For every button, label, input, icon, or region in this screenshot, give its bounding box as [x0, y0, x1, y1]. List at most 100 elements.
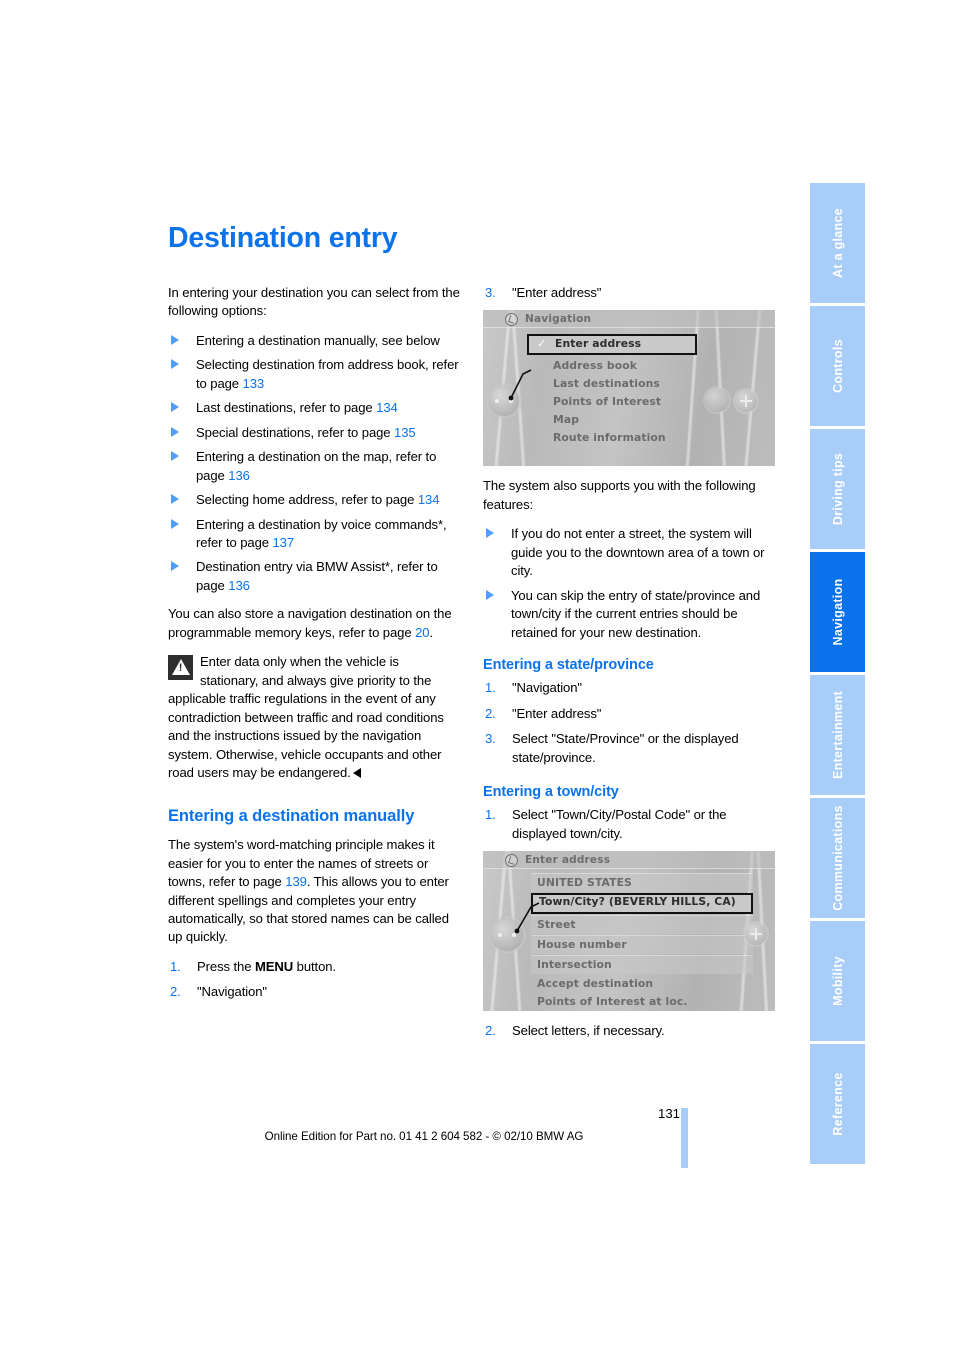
- features-intro: The system also supports you with the fo…: [483, 478, 756, 512]
- warning-note: Enter data only when the vehicle is stat…: [168, 653, 460, 782]
- screen-header: Enter address: [483, 851, 775, 870]
- list-item: Entering a destination manually, see bel…: [168, 332, 460, 350]
- chapter-tab-rail: At a glance Controls Driving tips Naviga…: [810, 183, 865, 1164]
- field-label: Accept destination: [537, 977, 654, 991]
- page-ref-link[interactable]: 134: [418, 492, 440, 507]
- menu-item-address-book[interactable]: Address book: [505, 357, 775, 375]
- sidebar-item-controls[interactable]: Controls: [810, 306, 865, 426]
- section-heading-town-city: Entering a town/city: [483, 784, 619, 801]
- tab-label: Entertainment: [830, 691, 845, 779]
- screen-title: Navigation: [525, 312, 592, 325]
- option-text: Selecting home address, refer to page: [196, 492, 418, 508]
- address-field-street[interactable]: Street: [531, 915, 753, 935]
- footer-imprint: Online Edition for Part no. 01 41 2 604 …: [264, 1130, 584, 1143]
- list-item: 1. Press the MENU button.: [168, 958, 460, 976]
- option-text: Selecting destination from address book,…: [196, 357, 459, 391]
- page-ref-link[interactable]: 133: [243, 376, 265, 391]
- menu-item-enter-address[interactable]: ✓ Enter address: [527, 334, 697, 356]
- manual-page: Destination entry In entering your desti…: [0, 0, 954, 1350]
- sidebar-item-navigation[interactable]: Navigation: [810, 552, 865, 672]
- memory-keys-text: You can also store a navigation destinat…: [168, 606, 452, 640]
- sidebar-item-reference[interactable]: Reference: [810, 1044, 865, 1164]
- page-ref-link[interactable]: 136: [228, 578, 250, 593]
- state-steps-list: 1. "Navigation" 2. "Enter address" 3. Selec…: [483, 679, 775, 767]
- menu-item-label: Map: [553, 413, 580, 427]
- sidebar-item-entertainment[interactable]: Entertainment: [810, 675, 865, 795]
- bullet-triangle-icon: [171, 518, 179, 529]
- destination-options-list: Entering a destination manually, see bel…: [168, 332, 460, 595]
- page-ref-link[interactable]: 134: [376, 400, 398, 415]
- right-column: 3. "Enter address" Navigation ✓ Enter add…: [483, 284, 775, 1051]
- address-field-town-city[interactable]: Town/City? (BEVERLY HILLS, CA): [531, 893, 753, 915]
- note-end-marker-icon: [352, 767, 361, 778]
- sidebar-item-driving-tips[interactable]: Driving tips: [810, 429, 865, 549]
- bullet-triangle-icon: [486, 589, 494, 600]
- idrive-navigation-screenshot: Navigation ✓ Enter address Address book …: [483, 310, 775, 467]
- field-label: UNITED STATES: [537, 876, 632, 890]
- step-number: 3.: [485, 731, 496, 747]
- address-field-country[interactable]: UNITED STATES: [531, 873, 753, 893]
- menu-item-label: Enter address: [555, 337, 642, 351]
- step-number: 3.: [485, 285, 496, 300]
- menu-button-label: MENU: [254, 958, 294, 974]
- list-item: Selecting home address, refer to page 13…: [168, 491, 460, 509]
- warning-text: Enter data only when the vehicle is stat…: [168, 654, 444, 780]
- step-text: Select letters, if necessary.: [512, 1023, 665, 1039]
- option-text: Last destinations, refer to page: [196, 400, 377, 416]
- list-item: 1. Select "Town/City/Postal Code" or the …: [483, 806, 775, 843]
- option-text: Entering a destination by voice commands…: [196, 516, 447, 550]
- knob-dot: [495, 399, 499, 404]
- page-title: Destination entry: [168, 222, 398, 254]
- step-number: 2.: [170, 984, 181, 1000]
- bullet-triangle-icon: [171, 402, 179, 413]
- sidebar-item-at-a-glance[interactable]: At a glance: [810, 183, 865, 303]
- bullet-triangle-icon: [171, 359, 179, 370]
- page-ref-link[interactable]: 135: [394, 425, 416, 440]
- address-field-intersection[interactable]: Intersection: [531, 955, 753, 975]
- step-text-post: button.: [293, 958, 336, 974]
- sidebar-item-mobility[interactable]: Mobility: [810, 921, 865, 1041]
- tab-label: Mobility: [830, 956, 845, 1006]
- field-label: House number: [537, 938, 627, 952]
- menu-item-last-destinations[interactable]: Last destinations: [505, 375, 775, 393]
- list-item: Entering a destination by voice commands…: [168, 516, 460, 553]
- page-ref-link[interactable]: 136: [228, 468, 250, 483]
- page-ref-link[interactable]: 139: [285, 874, 307, 889]
- menu-item-map[interactable]: Map: [505, 411, 775, 429]
- page-ref-link[interactable]: 137: [273, 535, 295, 550]
- step-text: "Navigation": [512, 680, 582, 696]
- page-ref-link[interactable]: 20: [415, 625, 429, 640]
- features-list: If you do not enter a street, the system…: [483, 525, 775, 642]
- bullet-triangle-icon: [486, 528, 494, 539]
- intro-paragraph: In entering your destination you can sel…: [168, 285, 460, 319]
- field-label: Town/City? (BEVERLY HILLS, CA): [539, 895, 736, 909]
- option-text: Entering a destination manually, see bel…: [196, 332, 440, 348]
- step-number: 2.: [485, 1023, 496, 1039]
- section-heading-state-province: Entering a state/province: [483, 657, 654, 674]
- feature-text: You can skip the entry of state/province…: [511, 587, 761, 640]
- idrive-enter-address-screenshot: Enter address UNITED STATES Town/City? (…: [483, 851, 775, 1012]
- address-action-points-of-interest-at-loc[interactable]: Points of Interest at loc.: [483, 993, 775, 1011]
- memory-keys-text-end: .: [429, 624, 433, 640]
- step-text: Select "Town/City/Postal Code" or the di…: [512, 807, 727, 841]
- bullet-triangle-icon: [171, 494, 179, 505]
- step-text: "Enter address": [512, 285, 602, 300]
- section-heading-entering-manually: Entering a destination manually: [168, 807, 415, 826]
- field-label: Points of Interest at loc.: [537, 995, 688, 1009]
- list-item: You can skip the entry of state/province…: [483, 587, 775, 642]
- step-number: 2.: [485, 705, 496, 721]
- step-text: Select "State/Province" or the displayed…: [512, 731, 739, 765]
- menu-item-route-information[interactable]: Route information: [505, 429, 775, 447]
- navigation-compass-icon: [505, 313, 518, 327]
- address-field-house-number[interactable]: House number: [531, 935, 753, 955]
- step-number: 1.: [485, 807, 496, 823]
- list-item: Selecting destination from address book,…: [168, 356, 460, 393]
- step-number: 1.: [485, 680, 496, 696]
- screen-title: Enter address: [525, 853, 611, 866]
- step-text: "Navigation": [197, 984, 267, 1000]
- memory-keys-paragraph: You can also store a navigation destinat…: [168, 605, 460, 642]
- bullet-triangle-icon: [171, 334, 179, 345]
- town-steps-list: 1. Select "Town/City/Postal Code" or the …: [483, 806, 775, 843]
- sidebar-item-communications[interactable]: Communications: [810, 798, 865, 918]
- address-action-accept-destination[interactable]: Accept destination: [483, 975, 775, 993]
